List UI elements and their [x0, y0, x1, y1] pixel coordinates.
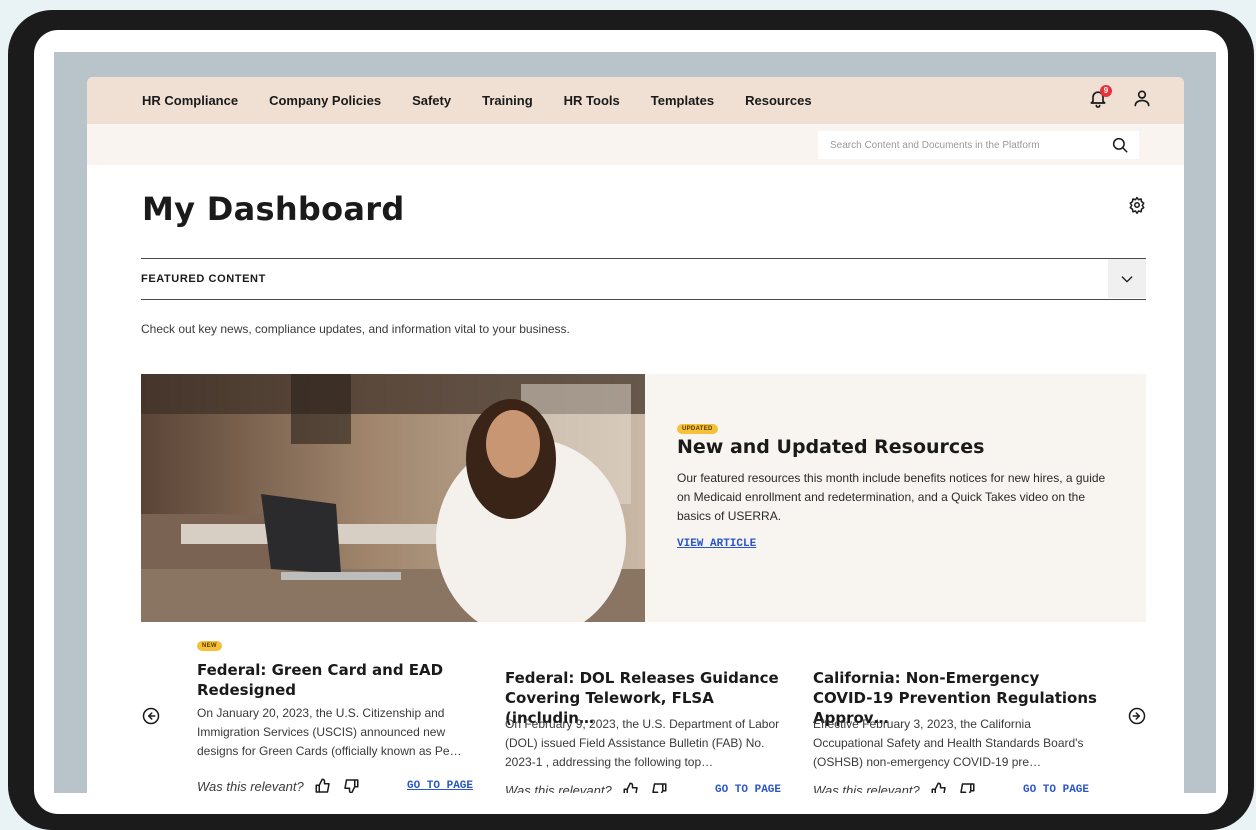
hero-description: Our featured resources this month includ… — [677, 471, 1106, 523]
thumbs-down-icon[interactable] — [650, 781, 668, 793]
featured-collapse-toggle[interactable] — [1108, 259, 1146, 298]
thumbs-down-icon[interactable] — [342, 777, 360, 793]
relevance-prompt: Was this relevant? — [505, 782, 612, 794]
search-icon[interactable] — [1111, 136, 1129, 154]
nav-item-hr-tools[interactable]: HR Tools — [564, 93, 620, 108]
top-navigation: HR Compliance Company Policies Safety Tr… — [87, 77, 1184, 124]
go-to-page-link[interactable]: GO TO PAGE — [715, 784, 781, 793]
featured-intro-text: Check out key news, compliance updates, … — [141, 322, 570, 336]
featured-content-label: FEATURED CONTENT — [141, 273, 266, 285]
hero-image — [141, 374, 645, 622]
relevance-feedback: Was this relevant? — [813, 781, 976, 793]
view-article-link[interactable]: VIEW ARTICLE — [677, 538, 756, 550]
featured-content-header[interactable]: FEATURED CONTENT — [141, 258, 1146, 300]
nav-item-hr-compliance[interactable]: HR Compliance — [142, 93, 238, 108]
hero-photo-illustration — [141, 374, 645, 622]
page-title: My Dashboard — [142, 190, 405, 228]
nav-item-training[interactable]: Training — [482, 93, 533, 108]
search-input[interactable] — [818, 139, 1098, 151]
thumbs-up-icon[interactable] — [622, 781, 640, 793]
relevance-feedback: Was this relevant? — [505, 781, 668, 793]
relevance-prompt: Was this relevant? — [197, 778, 304, 794]
thumbs-down-icon[interactable] — [958, 781, 976, 793]
nav-item-templates[interactable]: Templates — [651, 93, 714, 108]
updated-badge: UPDATED — [677, 424, 718, 434]
nav-item-resources[interactable]: Resources — [745, 93, 811, 108]
card-summary: On February 9, 2023, the U.S. Department… — [505, 717, 780, 769]
gear-icon[interactable] — [1128, 196, 1146, 214]
app-window: HR Compliance Company Policies Safety Tr… — [87, 77, 1184, 793]
account-button[interactable] — [1132, 88, 1154, 110]
hero-title: New and Updated Resources — [677, 436, 985, 458]
user-icon — [1134, 90, 1150, 107]
search-box — [818, 131, 1139, 159]
thumbs-up-icon[interactable] — [314, 777, 332, 793]
notifications-button[interactable]: 9 — [1088, 85, 1112, 110]
card-summary: On January 20, 2023, the U.S. Citizenshi… — [197, 706, 462, 758]
new-badge: NEW — [197, 641, 222, 651]
relevance-prompt: Was this relevant? — [813, 782, 920, 794]
go-to-page-link[interactable]: GO TO PAGE — [1023, 784, 1089, 793]
relevance-feedback: Was this relevant? — [197, 777, 360, 793]
hero-card: UPDATED New and Updated Resources Our fe… — [645, 374, 1146, 622]
thumbs-up-icon[interactable] — [930, 781, 948, 793]
card-summary: Effective February 3, 2023, the Californ… — [813, 717, 1084, 769]
carousel-next-icon[interactable] — [1128, 707, 1146, 725]
nav-icon-group: 9 — [1088, 85, 1154, 110]
card-title[interactable]: Federal: Green Card and EAD Redesigned — [197, 660, 487, 700]
nav-item-safety[interactable]: Safety — [412, 93, 451, 108]
nav-item-company-policies[interactable]: Company Policies — [269, 93, 381, 108]
notification-count-badge: 9 — [1100, 85, 1112, 97]
chevron-down-icon — [1121, 275, 1133, 282]
search-bar — [87, 124, 1184, 165]
carousel-prev-icon[interactable] — [142, 707, 160, 725]
go-to-page-link[interactable]: GO TO PAGE — [407, 780, 473, 792]
